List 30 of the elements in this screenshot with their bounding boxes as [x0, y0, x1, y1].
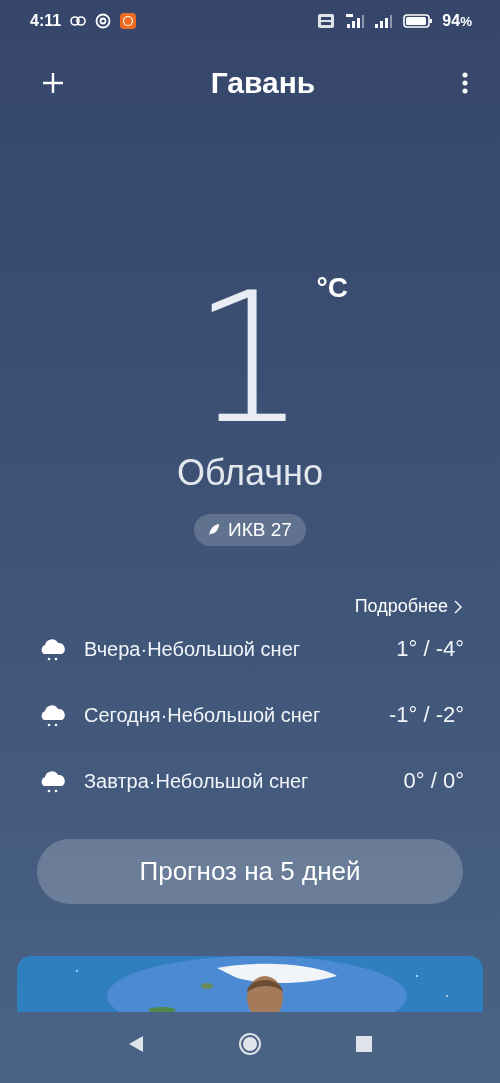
battery-percentage: 94%	[442, 12, 472, 30]
forecast-day-condition: Вчера·Небольшой снег	[84, 637, 302, 661]
details-link[interactable]: Подробнее	[354, 596, 462, 617]
leaf-icon	[208, 523, 221, 537]
temperature: 1	[192, 284, 303, 434]
app-notification-icon	[120, 13, 137, 29]
home-circle-icon	[238, 1031, 262, 1056]
city-title: Гавань	[210, 66, 316, 100]
at-sign-icon	[95, 13, 112, 29]
back-triangle-icon	[128, 1034, 144, 1053]
signal-icon	[374, 14, 395, 28]
plus-icon	[42, 72, 64, 94]
temperature-range: 1° / -4°	[396, 636, 464, 662]
five-day-forecast-button[interactable]: Прогноз на 5 дней	[37, 839, 463, 904]
air-quality-badge[interactable]: ИКВ 27	[194, 514, 306, 546]
weather-condition: Облачно	[176, 452, 324, 494]
battery-icon	[403, 14, 434, 28]
chevron-right-icon	[454, 599, 462, 614]
more-icon	[462, 72, 468, 94]
link-icon	[70, 16, 87, 26]
signal-icon	[343, 14, 366, 28]
temperature-range: -1° / -2°	[388, 702, 464, 728]
clock: 4:11	[30, 12, 62, 30]
volte-icon	[318, 14, 335, 28]
temperature-range: 0° / 0°	[403, 768, 464, 794]
air-quality-index: ИКВ 27	[228, 519, 292, 541]
forecast-day-condition: Завтра·Небольшой снег	[84, 769, 310, 793]
forecast-day-condition: Сегодня·Небольшой снег	[84, 703, 322, 727]
temperature-unit: °C	[316, 272, 348, 304]
recent-square-icon	[356, 1035, 372, 1052]
